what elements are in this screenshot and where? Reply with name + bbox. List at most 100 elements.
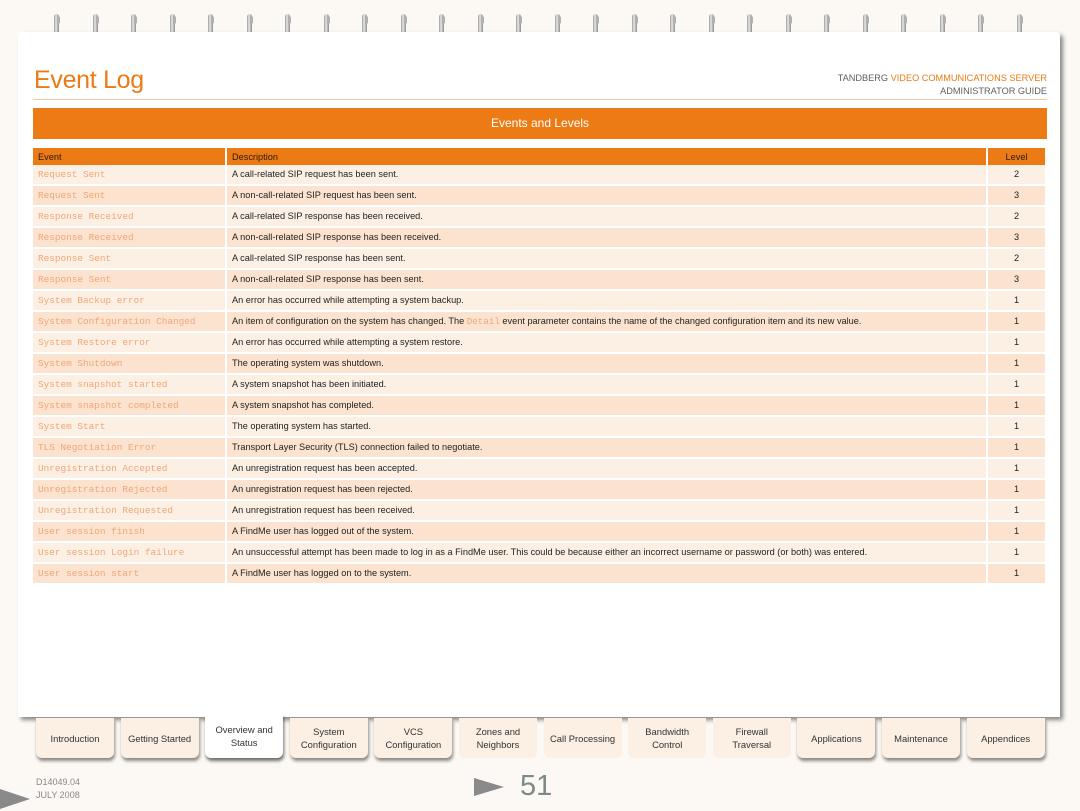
table-row: User session start A FindMe user has logg… xyxy=(33,563,1047,585)
event-level: 2 xyxy=(987,206,1047,228)
table-row: System Restore error An error has occurre… xyxy=(33,332,1047,354)
event-name: Response Received xyxy=(33,227,227,249)
description-text: event parameter contains the name of the… xyxy=(499,316,862,326)
tab-appendices[interactable]: Appendices xyxy=(966,718,1045,758)
event-name: Response Sent xyxy=(33,248,227,270)
event-description: A system snapshot has been initiated. xyxy=(226,374,988,396)
tab-maintenance[interactable]: Maintenance xyxy=(882,718,960,758)
table-header-row: Event Description Level xyxy=(33,148,1047,165)
tab-zones-and-neighbors[interactable]: Zones and Neighbors xyxy=(459,718,537,758)
tab-call-processing[interactable]: Call Processing xyxy=(543,718,622,758)
guide-name: ADMINISTRATOR GUIDE xyxy=(940,86,1047,96)
event-description: A call-related SIP response has been sen… xyxy=(226,248,988,270)
event-level: 1 xyxy=(987,437,1047,459)
table-row: Response Received A non-call-related SIP … xyxy=(33,227,1047,249)
event-description: The operating system was shutdown. xyxy=(226,353,988,375)
table-row: System snapshot completed A system snapsh… xyxy=(33,395,1047,417)
event-name: User session finish xyxy=(33,521,227,543)
tab-label: Appendices xyxy=(981,732,1031,744)
header-divider xyxy=(33,99,1047,100)
page-number: 51 xyxy=(520,770,553,802)
event-description: An unregistration request has been rejec… xyxy=(226,479,988,501)
tab-overview-and-status[interactable]: Overview and Status xyxy=(205,714,284,758)
table-row: Unregistration Requested An unregistratio… xyxy=(33,500,1047,522)
next-page-arrow-icon[interactable] xyxy=(474,778,504,796)
table-row: Response Sent A call-related SIP response… xyxy=(33,248,1047,270)
table-row: User session Login failure An unsuccessfu… xyxy=(33,542,1047,564)
event-description: A FindMe user has logged out of the syst… xyxy=(226,521,988,543)
tab-label: Overview and Status xyxy=(215,724,273,748)
table-row: System Backup error An error has occurred… xyxy=(33,290,1047,312)
event-name: Unregistration Accepted xyxy=(33,458,227,480)
table-row: Unregistration Accepted An unregistration… xyxy=(33,458,1047,480)
table-row: System Shutdown The operating system was … xyxy=(33,353,1047,375)
tab-label: Call Processing xyxy=(550,732,616,744)
table-row: System Configuration Changed An item of c… xyxy=(33,311,1047,333)
tab-label: Applications xyxy=(811,732,862,744)
document-info: D14049.04 JULY 2008 xyxy=(36,776,80,802)
event-level: 1 xyxy=(987,500,1047,522)
table-row: User session finish A FindMe user has log… xyxy=(33,521,1047,543)
table-row: System Start The operating system has sta… xyxy=(33,416,1047,438)
brand-name: TANDBERG xyxy=(837,73,891,83)
event-name: System Restore error xyxy=(33,332,227,354)
event-name: System Shutdown xyxy=(33,353,227,375)
event-level: 3 xyxy=(987,227,1047,249)
event-level: 1 xyxy=(987,416,1047,438)
column-header-description: Description xyxy=(226,148,988,165)
event-description: An error has occurred while attempting a… xyxy=(226,290,988,312)
event-level: 3 xyxy=(987,185,1047,207)
tab-firewall-traversal[interactable]: Firewall Traversal xyxy=(712,718,791,758)
event-description: A non-call-related SIP response has been… xyxy=(226,269,988,291)
product-name: VIDEO COMMUNICATIONS SERVER xyxy=(890,73,1047,83)
event-name: System snapshot started xyxy=(33,374,227,396)
parameter-code: Detail xyxy=(466,316,500,327)
tab-getting-started[interactable]: Getting Started xyxy=(120,718,199,758)
tab-label: Maintenance xyxy=(894,732,948,744)
event-description: Transport Layer Security (TLS) connectio… xyxy=(226,437,988,459)
tab-applications[interactable]: Applications xyxy=(797,718,876,758)
tab-system-configuration[interactable]: System Configuration xyxy=(289,718,368,758)
column-header-event: Event xyxy=(33,148,227,165)
page-title: Event Log xyxy=(34,66,144,94)
event-name: Request Sent xyxy=(33,165,227,186)
table-row: Response Received A call-related SIP resp… xyxy=(33,206,1047,228)
tab-label: Bandwidth Control xyxy=(645,726,690,750)
event-description: An item of configuration on the system h… xyxy=(226,311,988,333)
event-description: An unregistration request has been recei… xyxy=(226,500,988,522)
event-name: System Backup error xyxy=(33,290,227,312)
description-text: An item of configuration on the system h… xyxy=(232,316,467,326)
event-name: User session Login failure xyxy=(33,542,227,564)
event-description: A system snapshot has completed. xyxy=(226,395,988,417)
event-level: 1 xyxy=(987,521,1047,543)
tab-vcs-configuration[interactable]: VCS Configuration xyxy=(374,718,453,758)
tab-bandwidth-control[interactable]: Bandwidth Control xyxy=(628,718,707,758)
event-level: 2 xyxy=(987,248,1047,270)
event-level: 1 xyxy=(987,311,1047,333)
document-id: D14049.04 xyxy=(36,777,81,787)
brand-header: TANDBERG VIDEO COMMUNICATIONS SERVER ADM… xyxy=(838,72,1047,98)
event-description: The operating system has started. xyxy=(226,416,988,438)
event-level: 1 xyxy=(987,374,1047,396)
event-description: A FindMe user has logged on to the syste… xyxy=(226,563,988,585)
column-header-level: Level xyxy=(987,148,1047,165)
event-name: System snapshot completed xyxy=(33,395,227,417)
tab-introduction[interactable]: Introduction xyxy=(36,718,114,758)
table-row: Unregistration Rejected An unregistration… xyxy=(33,479,1047,501)
event-description: An error has occurred while attempting a… xyxy=(226,332,988,354)
event-level: 2 xyxy=(987,165,1047,186)
event-name: Request Sent xyxy=(33,185,227,207)
tab-label: System Configuration xyxy=(300,726,357,750)
table-row: Request Sent A non-call-related SIP reque… xyxy=(33,185,1047,207)
tab-label: Zones and Neighbors xyxy=(475,726,521,750)
document-date: JULY 2008 xyxy=(36,790,80,800)
table-row: System snapshot started A system snapshot… xyxy=(33,374,1047,396)
event-description: A call-related SIP response has been rec… xyxy=(226,206,988,228)
event-level: 3 xyxy=(987,269,1047,291)
tab-label: VCS Configuration xyxy=(385,726,442,750)
previous-page-arrow-icon[interactable] xyxy=(0,789,30,809)
section-banner: Events and Levels xyxy=(33,108,1047,139)
event-level: 1 xyxy=(987,332,1047,354)
event-level: 1 xyxy=(987,563,1047,585)
event-level: 1 xyxy=(987,395,1047,417)
